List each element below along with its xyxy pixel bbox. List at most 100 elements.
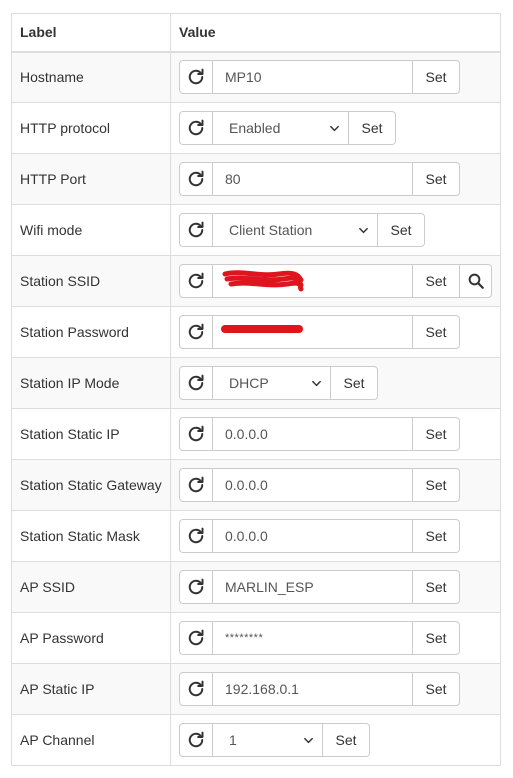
ap-password-input[interactable]: ********: [213, 621, 413, 655]
ap-static-ip-set-button[interactable]: Set: [413, 672, 460, 706]
http-port-refresh-button[interactable]: [179, 162, 213, 196]
ap-password-control: ******** Set: [179, 621, 492, 655]
http-protocol-refresh-button[interactable]: [179, 111, 213, 145]
station-static-mask-set-button[interactable]: Set: [413, 519, 460, 553]
wifi-mode-set-button[interactable]: Set: [378, 213, 425, 247]
station-ssid-refresh-button[interactable]: [179, 264, 213, 298]
http-port-input[interactable]: 80: [213, 162, 413, 196]
ap-channel-set-button[interactable]: Set: [323, 723, 370, 757]
wifi-mode-refresh-button[interactable]: [179, 213, 213, 247]
table-row-station-ip-mode: Station IP Mode DHCP Set: [11, 357, 501, 409]
table-row-station-static-mask: Station Static Mask 0.0.0.0 Set: [11, 510, 501, 562]
station-static-gateway-refresh-button[interactable]: [179, 468, 213, 502]
wifi-mode-select[interactable]: Client Station: [213, 213, 378, 247]
station-password-set-button[interactable]: Set: [413, 315, 460, 349]
ap-channel-select[interactable]: 1: [213, 723, 323, 757]
row-value: DHCP Set: [170, 357, 501, 409]
station-ip-mode-control: DHCP Set: [179, 366, 492, 400]
table-header: Label Value: [11, 13, 501, 53]
refresh-icon: [186, 271, 206, 291]
column-header-label: Label: [11, 13, 171, 53]
refresh-icon: [186, 475, 206, 495]
table-row-wifi-mode: Wifi mode Client Station Set: [11, 204, 501, 256]
refresh-icon: [186, 118, 206, 138]
http-protocol-control: Enabled Set: [179, 111, 492, 145]
row-value: 0.0.0.0 Set: [170, 459, 501, 511]
row-label: Station Password: [11, 306, 171, 358]
redaction-bar: [221, 325, 303, 333]
row-label: HTTP Port: [11, 153, 171, 205]
refresh-icon: [186, 679, 206, 699]
station-password-refresh-button[interactable]: [179, 315, 213, 349]
ap-password-refresh-button[interactable]: [179, 621, 213, 655]
row-label: Wifi mode: [11, 204, 171, 256]
refresh-icon: [186, 220, 206, 240]
station-static-ip-control: 0.0.0.0 Set: [179, 417, 492, 451]
table-row-ap-password: AP Password ******** Set: [11, 612, 501, 664]
station-static-gateway-control: 0.0.0.0 Set: [179, 468, 492, 502]
hostname-refresh-button[interactable]: [179, 60, 213, 95]
station-ssid-input[interactable]: [213, 264, 413, 298]
redaction-scribble: [222, 270, 304, 292]
row-label: Station IP Mode: [11, 357, 171, 409]
ap-ssid-control: MARLIN_ESP Set: [179, 570, 492, 604]
ap-static-ip-refresh-button[interactable]: [179, 672, 213, 706]
settings-table: Label Value Hostname MP10 Set HTTP proto…: [11, 13, 501, 766]
chevron-down-icon: [311, 378, 322, 389]
http-port-control: 80 Set: [179, 162, 492, 196]
ap-channel-control: 1 Set: [179, 723, 492, 757]
refresh-icon: [186, 526, 206, 546]
http-port-set-button[interactable]: Set: [413, 162, 460, 196]
row-value: 0.0.0.0 Set: [170, 510, 501, 562]
row-label: Station Static IP: [11, 408, 171, 460]
table-row-station-ssid: Station SSID Set: [11, 255, 501, 307]
table-row-station-static-gateway: Station Static Gateway 0.0.0.0 Set: [11, 459, 501, 511]
station-ip-mode-select[interactable]: DHCP: [213, 366, 331, 400]
station-static-mask-input[interactable]: 0.0.0.0: [213, 519, 413, 553]
station-static-gateway-input[interactable]: 0.0.0.0: [213, 468, 413, 502]
ap-password-set-button[interactable]: Set: [413, 621, 460, 655]
column-header-value: Value: [170, 13, 501, 53]
table-row-http-port: HTTP Port 80 Set: [11, 153, 501, 205]
hostname-control: MP10 Set: [179, 60, 492, 95]
station-password-input[interactable]: [213, 315, 413, 349]
table-row-ap-channel: AP Channel 1 Set: [11, 714, 501, 766]
row-label: Station Static Mask: [11, 510, 171, 562]
station-static-ip-set-button[interactable]: Set: [413, 417, 460, 451]
row-label: HTTP protocol: [11, 102, 171, 154]
row-value: Set: [170, 306, 501, 358]
station-static-ip-refresh-button[interactable]: [179, 417, 213, 451]
station-ssid-set-button[interactable]: Set: [413, 264, 460, 298]
row-value: 192.168.0.1 Set: [170, 663, 501, 715]
refresh-icon: [186, 169, 206, 189]
station-ip-mode-set-button[interactable]: Set: [331, 366, 378, 400]
station-ip-mode-refresh-button[interactable]: [179, 366, 213, 400]
table-row-ap-ssid: AP SSID MARLIN_ESP Set: [11, 561, 501, 613]
row-label: AP Password: [11, 612, 171, 664]
station-static-mask-refresh-button[interactable]: [179, 519, 213, 553]
http-protocol-set-button[interactable]: Set: [349, 111, 396, 145]
hostname-input[interactable]: MP10: [213, 60, 413, 95]
chevron-down-icon: [329, 123, 340, 134]
http-protocol-select[interactable]: Enabled: [213, 111, 349, 145]
hostname-set-button[interactable]: Set: [413, 60, 460, 95]
http-protocol-selected: Enabled: [229, 120, 281, 136]
ap-static-ip-control: 192.168.0.1 Set: [179, 672, 492, 706]
station-static-ip-input[interactable]: 0.0.0.0: [213, 417, 413, 451]
refresh-icon: [186, 424, 206, 444]
ap-ssid-set-button[interactable]: Set: [413, 570, 460, 604]
station-password-control: Set: [179, 315, 492, 349]
row-value: 0.0.0.0 Set: [170, 408, 501, 460]
station-static-gateway-set-button[interactable]: Set: [413, 468, 460, 502]
station-ssid-scan-button[interactable]: [460, 264, 492, 298]
ap-channel-refresh-button[interactable]: [179, 723, 213, 757]
refresh-icon: [186, 373, 206, 393]
station-ssid-control: Set: [179, 264, 492, 298]
row-value: 1 Set: [170, 714, 501, 766]
refresh-icon: [186, 577, 206, 597]
ap-ssid-refresh-button[interactable]: [179, 570, 213, 604]
row-label: AP Channel: [11, 714, 171, 766]
ap-ssid-input[interactable]: MARLIN_ESP: [213, 570, 413, 604]
row-label: Hostname: [11, 51, 171, 103]
ap-static-ip-input[interactable]: 192.168.0.1: [213, 672, 413, 706]
